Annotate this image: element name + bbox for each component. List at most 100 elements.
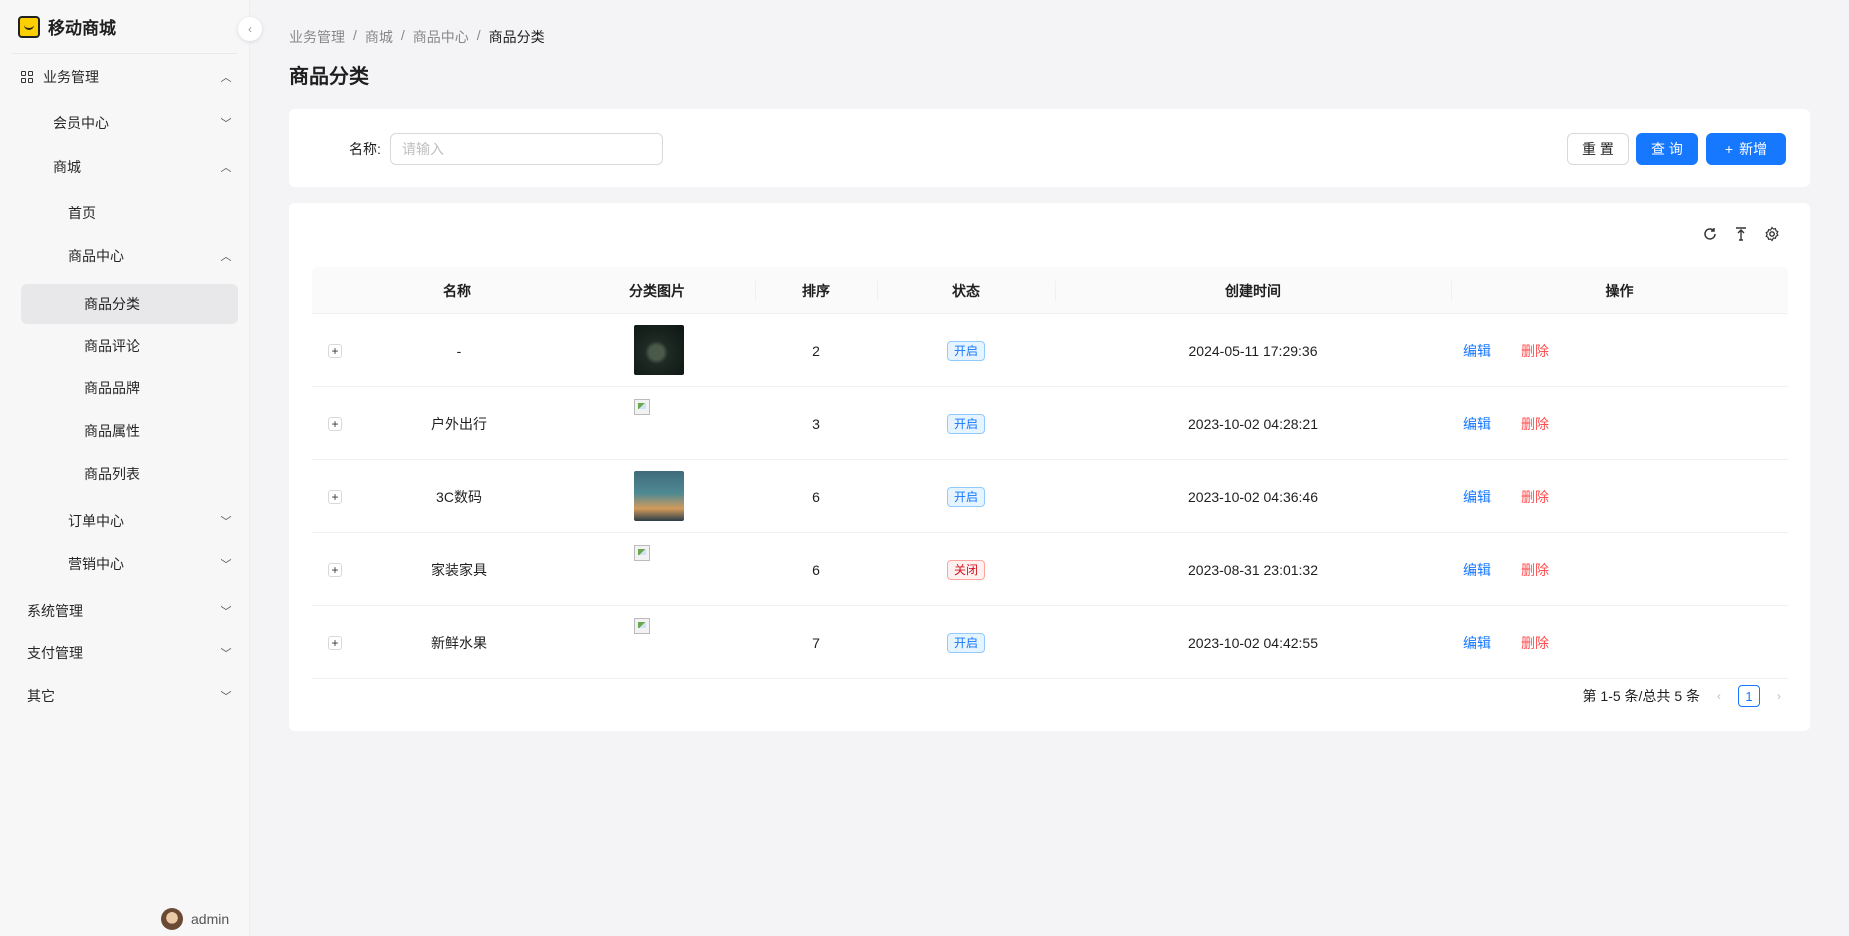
delete-link[interactable]: 删除 bbox=[1521, 606, 1549, 679]
edit-link[interactable]: 编辑 bbox=[1463, 533, 1491, 606]
category-name: 3C数码 bbox=[436, 488, 482, 505]
reload-icon[interactable] bbox=[1700, 224, 1720, 244]
sidebar-item-label: 其它 bbox=[27, 688, 55, 704]
sidebar-item-label: 营销中心 bbox=[68, 556, 124, 572]
delete-link[interactable]: 删除 bbox=[1521, 314, 1549, 387]
sidebar-item-home[interactable]: 首页 bbox=[21, 193, 238, 233]
setting-icon[interactable] bbox=[1762, 224, 1782, 244]
column-header-name: 名称 bbox=[443, 282, 471, 299]
name-label: 名称: bbox=[349, 141, 381, 157]
divider bbox=[12, 53, 237, 54]
city-night-image bbox=[634, 471, 684, 521]
edit-link[interactable]: 编辑 bbox=[1463, 460, 1491, 533]
created-time: 2023-10-02 04:28:21 bbox=[1188, 415, 1318, 432]
reset-button[interactable]: 重 置 bbox=[1567, 133, 1629, 165]
next-page-icon[interactable]: › bbox=[1772, 689, 1786, 703]
user-menu[interactable]: admin bbox=[161, 908, 229, 930]
status-badge: 开启 bbox=[946, 340, 985, 361]
created-time: 2023-10-02 04:36:46 bbox=[1188, 488, 1318, 505]
broken-image-icon bbox=[634, 399, 650, 415]
breadcrumb-item[interactable]: 业务管理 bbox=[289, 27, 345, 47]
add-button-label: 新增 bbox=[1739, 141, 1768, 157]
sidebar-item-order-center[interactable]: 订单中心 ﹀ bbox=[21, 501, 238, 541]
sidebar-item-member-center[interactable]: 会员中心 ﹀ bbox=[21, 103, 238, 143]
sort-value: 3 bbox=[812, 415, 820, 432]
edit-link[interactable]: 编辑 bbox=[1463, 314, 1491, 387]
column-header-created: 创建时间 bbox=[1225, 282, 1281, 299]
sidebar-item-label: 商品品牌 bbox=[84, 380, 140, 396]
prev-page-icon[interactable]: ‹ bbox=[1712, 689, 1726, 703]
sidebar-item-product-brand[interactable]: 商品品牌 bbox=[21, 368, 238, 408]
status-cell: 开启 bbox=[877, 606, 1055, 679]
breadcrumb-item[interactable]: 商城 bbox=[365, 27, 393, 47]
sidebar-item-label: 商品中心 bbox=[68, 248, 124, 264]
page-number[interactable]: 1 bbox=[1738, 685, 1760, 707]
sort-value: 6 bbox=[812, 561, 820, 578]
expand-row-icon[interactable]: + bbox=[328, 344, 342, 358]
dark-mouse-image bbox=[634, 325, 684, 375]
table-header: 名称 分类图片 排序 状态 创建时间 操作 bbox=[312, 267, 1788, 314]
status-cell: 开启 bbox=[877, 387, 1055, 460]
collapse-sidebar-button[interactable]: ‹ bbox=[238, 17, 262, 41]
expand-row-icon[interactable]: + bbox=[328, 490, 342, 504]
expand-row-icon[interactable]: + bbox=[328, 417, 342, 431]
breadcrumb: 业务管理 / 商城 / 商品中心 / 商品分类 bbox=[289, 27, 545, 47]
expand-row-icon[interactable]: + bbox=[328, 636, 342, 650]
column-header-image: 分类图片 bbox=[629, 282, 685, 299]
edit-link[interactable]: 编辑 bbox=[1463, 387, 1491, 460]
delete-link[interactable]: 删除 bbox=[1521, 533, 1549, 606]
plus-icon: + bbox=[1724, 141, 1734, 157]
name-search-input[interactable] bbox=[390, 133, 663, 165]
sidebar-item-product-center[interactable]: 商品中心 ︿ bbox=[21, 236, 238, 276]
appstore-icon bbox=[21, 71, 33, 83]
sort-value: 6 bbox=[812, 488, 820, 505]
add-button[interactable]: + 新增 bbox=[1706, 133, 1786, 165]
category-name: 户外出行 bbox=[431, 415, 487, 432]
chevron-left-icon: ‹ bbox=[248, 22, 252, 36]
table-row: + 户外出行 3 开启 2023-10-02 04:28:21 编辑 删除 bbox=[312, 387, 1788, 460]
pagination-summary: 第 1-5 条/总共 5 条 bbox=[1582, 688, 1700, 704]
chevron-down-icon: ﹀ bbox=[220, 118, 232, 130]
app-logo[interactable]: 移动商城 bbox=[18, 14, 116, 39]
category-name: - bbox=[456, 342, 462, 359]
status-badge: 开启 bbox=[946, 413, 985, 434]
sidebar-item-label: 商城 bbox=[53, 159, 81, 175]
sidebar-item-label: 商品分类 bbox=[84, 296, 140, 312]
sidebar-item-product-category[interactable]: 商品分类 bbox=[21, 284, 238, 324]
created-time: 2024-05-11 17:29:36 bbox=[1188, 342, 1318, 359]
avatar bbox=[161, 908, 183, 930]
sidebar-item-system[interactable]: 系统管理 ﹀ bbox=[21, 591, 238, 631]
status-cell: 关闭 bbox=[877, 533, 1055, 606]
chevron-down-icon: ﹀ bbox=[220, 559, 232, 571]
breadcrumb-item[interactable]: 商品中心 bbox=[413, 27, 469, 47]
chevron-down-icon: ﹀ bbox=[220, 648, 232, 660]
sidebar-item-mall[interactable]: 商城 ︿ bbox=[21, 147, 238, 187]
sort-value: 2 bbox=[812, 342, 820, 359]
username: admin bbox=[191, 911, 230, 927]
shopping-bag-icon bbox=[18, 15, 40, 38]
column-height-icon[interactable] bbox=[1731, 224, 1751, 244]
edit-link[interactable]: 编辑 bbox=[1463, 606, 1491, 679]
query-button[interactable]: 查 询 bbox=[1636, 133, 1698, 165]
broken-image-icon bbox=[634, 618, 650, 634]
table-row: + 家装家具 6 关闭 2023-08-31 23:01:32 编辑 删除 bbox=[312, 533, 1788, 606]
breadcrumb-separator: / bbox=[353, 27, 357, 43]
sidebar-item-marketing-center[interactable]: 营销中心 ﹀ bbox=[21, 544, 238, 584]
sidebar-item-product-review[interactable]: 商品评论 bbox=[21, 326, 238, 366]
sidebar-item-label: 首页 bbox=[68, 205, 96, 221]
chevron-down-icon: ﹀ bbox=[220, 516, 232, 528]
table-row: + 新鲜水果 7 开启 2023-10-02 04:42:55 编辑 删除 bbox=[312, 606, 1788, 679]
sidebar-item-product-list[interactable]: 商品列表 bbox=[21, 454, 238, 494]
expand-row-icon[interactable]: + bbox=[328, 563, 342, 577]
sidebar-item-business[interactable]: 业务管理 ︿ bbox=[21, 57, 238, 97]
sidebar-item-product-attribute[interactable]: 商品属性 bbox=[21, 411, 238, 451]
sidebar-item-other[interactable]: 其它 ﹀ bbox=[21, 676, 238, 716]
sidebar-item-payment[interactable]: 支付管理 ﹀ bbox=[21, 633, 238, 673]
table-card: 名称 分类图片 排序 状态 创建时间 操作 + - 2 开启 2024-05-1… bbox=[289, 203, 1810, 731]
status-badge: 关闭 bbox=[946, 559, 985, 580]
delete-link[interactable]: 删除 bbox=[1521, 460, 1549, 533]
sidebar-item-label: 支付管理 bbox=[27, 645, 83, 661]
delete-link[interactable]: 删除 bbox=[1521, 387, 1549, 460]
sidebar: 移动商城 业务管理 ︿ 会员中心 ﹀ 商城 ︿ 首页 商品中心 ︿ 商品分类 商… bbox=[0, 0, 250, 936]
status-cell: 开启 bbox=[877, 314, 1055, 387]
